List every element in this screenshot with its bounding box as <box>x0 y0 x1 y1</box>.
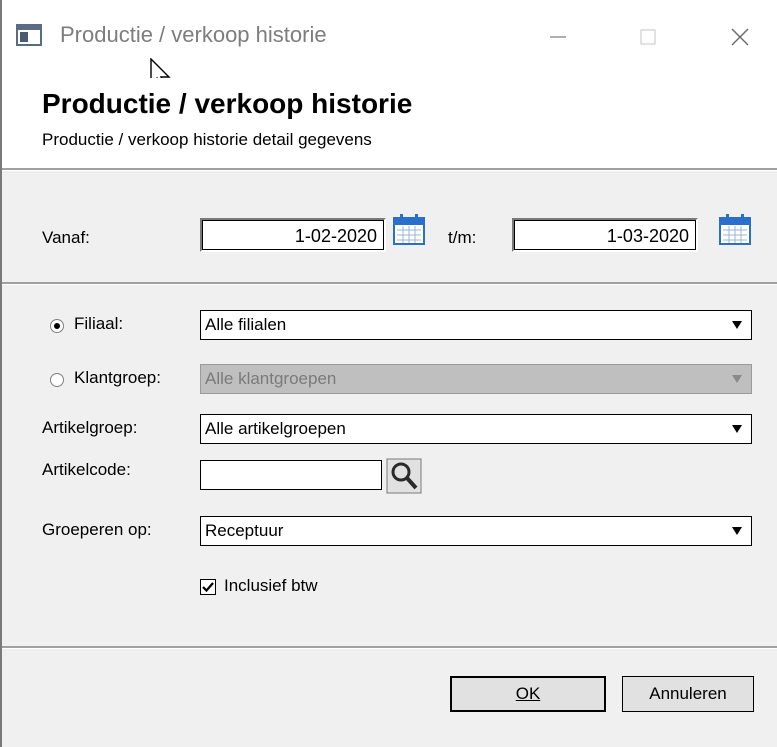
page-subtitle: Productie / verkoop historie detail gege… <box>42 130 372 149</box>
maximize-icon <box>640 29 656 45</box>
dropdown-arrow-icon[interactable] <box>727 419 747 439</box>
title-bar[interactable]: Productie / verkoop historie <box>2 0 777 78</box>
minimize-button[interactable] <box>528 14 588 60</box>
dialog-body: Vanaf: 1-02-2020 t/m: 1-03-2020 Filiaal:… <box>2 168 777 747</box>
artikelgroep-label: Artikelgroep: <box>42 418 138 437</box>
cancel-button-label: Annuleren <box>649 684 727 703</box>
klantgroep-label: Klantgroep: <box>74 368 161 387</box>
date-section-divider <box>2 282 777 285</box>
from-date-frame: 1-02-2020 <box>200 218 386 252</box>
magnifier-icon[interactable] <box>386 458 422 494</box>
groeperen-label: Groeperen op: <box>42 520 152 539</box>
footer-divider <box>2 646 777 649</box>
dialog-window: Productie / verkoop historie Productie /… <box>0 0 777 747</box>
artikelcode-input[interactable] <box>200 460 382 490</box>
dialog-header: Productie / verkoop historie Productie /… <box>2 78 777 168</box>
window-title: Productie / verkoop historie <box>60 22 327 47</box>
cancel-button[interactable]: Annuleren <box>622 676 754 712</box>
filiaal-radio[interactable] <box>50 319 64 333</box>
app-window-icon <box>16 24 42 46</box>
klantgroep-select: Alle klantgroepen <box>200 364 752 394</box>
groeperen-value: Receptuur <box>205 521 284 540</box>
to-date-frame: 1-03-2020 <box>512 218 698 252</box>
btw-label: Inclusief btw <box>224 576 318 595</box>
artikelgroep-select[interactable]: Alle artikelgroepen <box>200 414 752 444</box>
page-title: Productie / verkoop historie <box>42 88 413 119</box>
minimize-icon <box>550 36 566 38</box>
close-button[interactable] <box>710 14 770 60</box>
filiaal-label: Filiaal: <box>74 314 124 333</box>
klantgroep-radio[interactable] <box>50 373 64 387</box>
artikelcode-label: Artikelcode: <box>42 460 131 479</box>
header-divider <box>2 168 777 171</box>
btw-checkbox[interactable] <box>200 579 216 595</box>
from-date-label: Vanaf: <box>42 228 90 247</box>
groeperen-select[interactable]: Receptuur <box>200 516 752 546</box>
ok-button-label: OK <box>515 684 541 703</box>
artikelgroep-value: Alle artikelgroepen <box>205 419 346 438</box>
filiaal-select[interactable]: Alle filialen <box>200 310 752 340</box>
klantgroep-value: Alle klantgroepen <box>205 369 337 388</box>
maximize-button[interactable] <box>618 14 678 60</box>
checkmark-icon <box>202 582 214 593</box>
to-date-input[interactable]: 1-03-2020 <box>514 220 696 250</box>
ok-button[interactable]: OK <box>450 676 606 712</box>
to-date-label: t/m: <box>448 228 477 247</box>
dropdown-arrow-icon[interactable] <box>727 315 747 335</box>
from-date-input[interactable]: 1-02-2020 <box>202 220 384 250</box>
dropdown-arrow-icon[interactable] <box>727 521 747 541</box>
filiaal-value: Alle filialen <box>205 315 287 334</box>
close-icon <box>731 28 749 46</box>
calendar-icon[interactable] <box>718 212 752 246</box>
calendar-icon[interactable] <box>392 212 426 246</box>
dropdown-arrow-icon <box>727 369 747 389</box>
